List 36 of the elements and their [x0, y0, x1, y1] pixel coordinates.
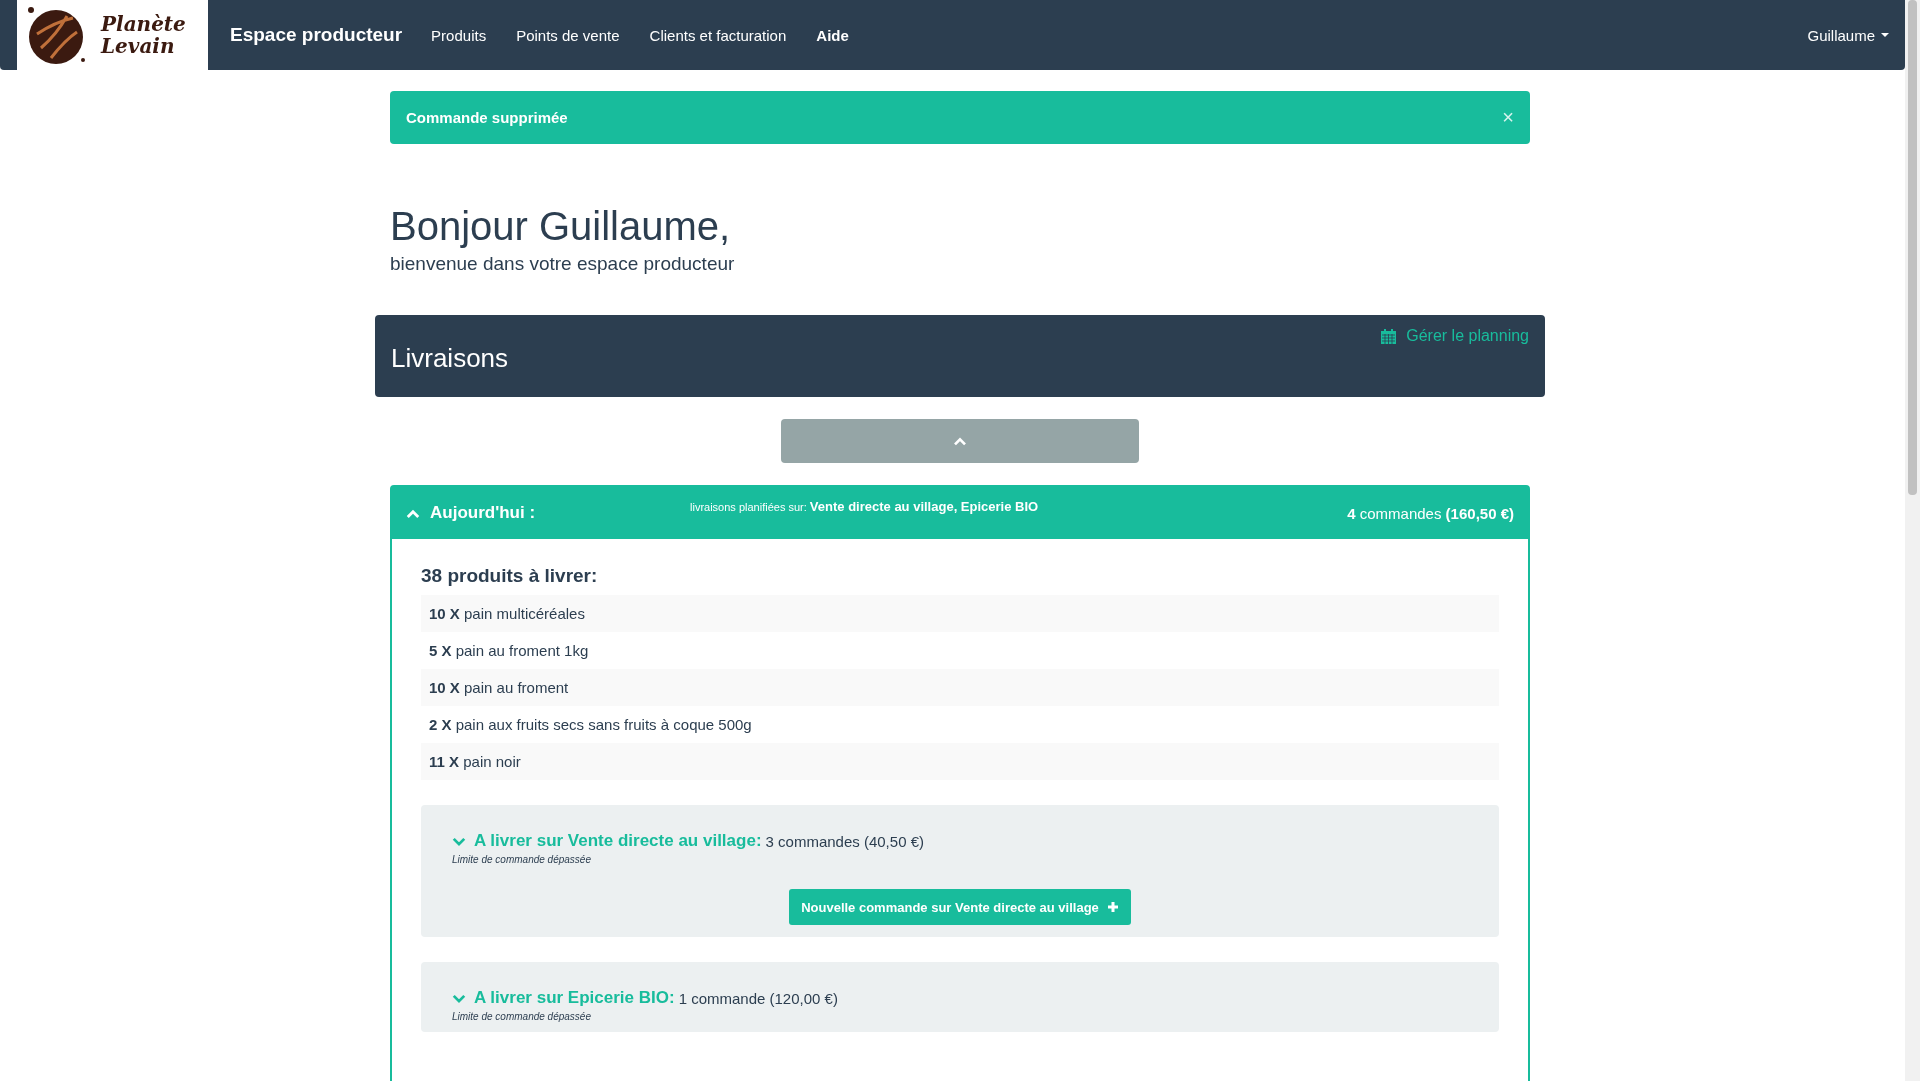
nav-link[interactable]: Produits — [416, 26, 502, 44]
product-line: 10 X pain multicéréales — [429, 605, 585, 622]
day-title: Aujourd'hui : — [430, 503, 537, 523]
limit-note: Limite de commande dépassée — [452, 854, 592, 865]
product-line: 10 X pain au froment — [429, 679, 569, 696]
logo-text: Levain — [101, 35, 176, 57]
calendar-icon — [1381, 328, 1397, 344]
chevron-down-icon[interactable] — [452, 835, 466, 847]
page-subtitle: bienvenue dans votre espace producteur — [390, 253, 736, 275]
nav-link[interactable]: Points de vente — [501, 26, 635, 44]
section-title: Livraisons — [391, 342, 509, 374]
brand-link[interactable]: Espace producteur — [230, 24, 403, 46]
logo-text: Planète — [101, 13, 186, 35]
plus-icon — [1106, 901, 1119, 913]
nav-link[interactable]: Aide — [801, 26, 864, 44]
limit-note: Limite de commande dépassée — [452, 1011, 592, 1022]
logo[interactable]: Planète Levain — [17, 0, 208, 70]
planning-link[interactable]: Gérer le planning — [1381, 327, 1529, 345]
bread-icon — [25, 4, 87, 66]
order-count: 4 commandes (160,50 €) — [1347, 504, 1514, 522]
chevron-up-icon[interactable] — [406, 507, 420, 519]
products-title: 38 produits à livrer: — [421, 565, 599, 587]
alert-text: Commande supprimée — [406, 109, 568, 126]
user-menu[interactable]: Guillaume — [1807, 26, 1889, 44]
nav-link[interactable]: Clients et facturation — [634, 26, 802, 44]
chevron-down-icon[interactable] — [452, 992, 466, 1004]
chevron-up-icon — [953, 436, 967, 446]
product-line: 5 X pain au froment 1kg — [429, 642, 589, 659]
order-summary: 1 commande (120,00 €) — [678, 989, 838, 1007]
product-line: 11 X pain noir — [429, 753, 521, 770]
planned-points: livraisons planifiées sur: Vente directe au village, Epicerie BIO — [690, 499, 1040, 514]
product-line: 2 X pain aux fruits secs sans fruits à coque 500g — [429, 716, 752, 733]
page-title: Bonjour Guillaume, — [390, 204, 732, 249]
order-summary: 3 commandes (40,50 €) — [765, 832, 924, 850]
scrollbar-thumb[interactable] — [1908, 0, 1917, 495]
scrollbar[interactable] — [1905, 0, 1920, 1081]
